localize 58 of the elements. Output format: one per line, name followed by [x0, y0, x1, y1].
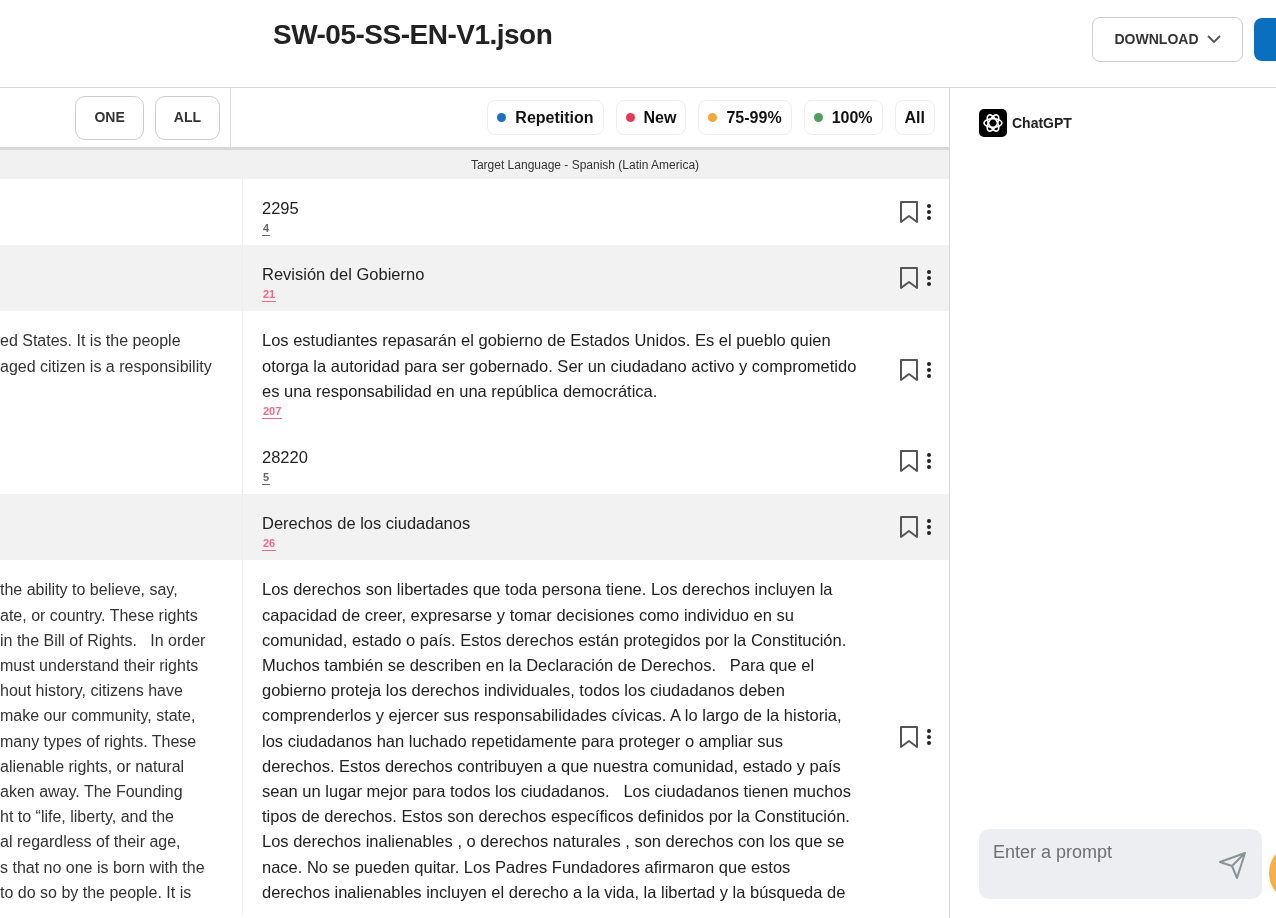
character-count: 4 — [262, 222, 271, 237]
source-text-line: make our community, state, — [0, 706, 196, 727]
source-text-line: must understand their rights — [0, 656, 199, 677]
bookmark-icon[interactable] — [899, 357, 919, 382]
target-text[interactable]: Revisión del Gobierno — [262, 262, 860, 288]
column-header: Target Language - Spanish (Latin America) — [470, 157, 700, 172]
source-text-line: al regardless of their age, — [0, 832, 181, 853]
action-button[interactable] — [1254, 18, 1276, 61]
filter-chip[interactable]: 100% — [803, 100, 883, 135]
logo-icon — [979, 109, 1007, 137]
filter-label: 75-99% — [726, 107, 782, 128]
source-text-line: aged citizen is a responsibility — [0, 356, 212, 377]
character-count: 5 — [262, 471, 271, 486]
bookmark-icon[interactable] — [899, 515, 919, 540]
character-count: 207 — [262, 405, 283, 419]
source-text-line: ht to “life, liberty, and the — [0, 807, 174, 828]
target-text[interactable]: Los derechos son libertades que toda persona tiene. Los derechos incluyen la capacidad de creer, expresarse y tomar decisiones como individuo en su comunidad, estado o país. Estos derechos están protegidos por la Constitución. Muchos también se describen en la Declaración de Derechos. Para que el gobierno proteja los derechos individuales, todos los ciudadanos deben comprenderlos y ejercer sus responsabilidades cívicas. A lo largo de la historia, los ciudadanos han luchado repetidamente para proteger o ampliar sus derechos. Estos derechos contribuyen a que nuestra comunidad, estado y país sean un lugar mejor para todos los ciudadanos. Los ciudadanos tienen muchos tipos de derechos. Estos son derechos específicos definidos por la Constitución. Los derechos inalienables , o derechos naturales , son derechos con los que se nace. No se pueden quitar. Los Padres Fundadores afirmaron que estos derechos inalienables incluyen el derecho a la vida, la libertad y la búsqueda de — [262, 577, 860, 906]
character-count: 21 — [262, 288, 277, 303]
bookmark-icon[interactable] — [899, 449, 919, 474]
source-text-line: ed States. It is the people — [0, 331, 181, 352]
bookmark-icon[interactable] — [899, 266, 919, 291]
source-text-line: the ability to believe, say, — [0, 580, 178, 601]
source-text-line: in the Bill of Rights. In order — [0, 630, 206, 651]
target-text[interactable]: 28220 — [262, 445, 860, 471]
send-icon[interactable] — [1218, 850, 1248, 880]
bookmark-icon[interactable] — [899, 200, 919, 225]
target-text[interactable]: Los estudiantes repasarán el gobierno de Estados Unidos. Es el pueblo quien otorga la autoridad para ser gobernado. Ser un ciudadano activo y comprometido es una responsabilidad en una república democrática. — [262, 328, 860, 404]
filter-chip[interactable]: Repetition — [487, 100, 604, 135]
source-text-line: to do so by the people. It is — [0, 882, 192, 903]
more-options-icon[interactable] — [927, 519, 931, 536]
bookmark-icon[interactable] — [899, 725, 919, 750]
scope-button[interactable]: ONE — [75, 95, 144, 140]
chevron-down-icon — [1206, 35, 1221, 44]
more-options-icon[interactable] — [927, 204, 931, 221]
filter-label: Repetition — [515, 107, 594, 128]
download-button[interactable]: DOWNLOAD — [1092, 17, 1243, 62]
source-text-line: hout history, citizens have — [0, 681, 183, 702]
source-text-line: s that no one is born with the — [0, 857, 205, 878]
source-text-line: alienable rights, or natural — [0, 756, 185, 777]
character-count: 26 — [262, 537, 277, 552]
target-text[interactable]: Derechos de los ciudadanos — [262, 511, 860, 537]
more-options-icon[interactable] — [927, 361, 931, 378]
filter-label: New — [643, 107, 677, 128]
source-text-line: ate, or country. These rights — [0, 605, 198, 626]
filter-chip[interactable]: New — [615, 100, 687, 135]
target-text[interactable]: 2295 — [262, 196, 860, 222]
filter-label: 100% — [831, 107, 873, 128]
more-options-icon[interactable] — [927, 453, 931, 470]
file-title: SW-05-SS-EN-V1.json — [273, 18, 553, 52]
prompt-field[interactable]: Enter a prompt — [979, 829, 1262, 899]
assistant-name: ChatGPT — [1012, 113, 1072, 133]
source-text-line: aken away. The Founding — [0, 782, 183, 803]
filter-chip[interactable]: All — [894, 100, 935, 135]
more-options-icon[interactable] — [927, 729, 931, 746]
filter-chip[interactable]: 75-99% — [698, 100, 792, 135]
scope-button[interactable]: ALL — [154, 95, 220, 140]
source-text-line: many types of rights. These — [0, 731, 197, 752]
more-options-icon[interactable] — [927, 270, 931, 287]
